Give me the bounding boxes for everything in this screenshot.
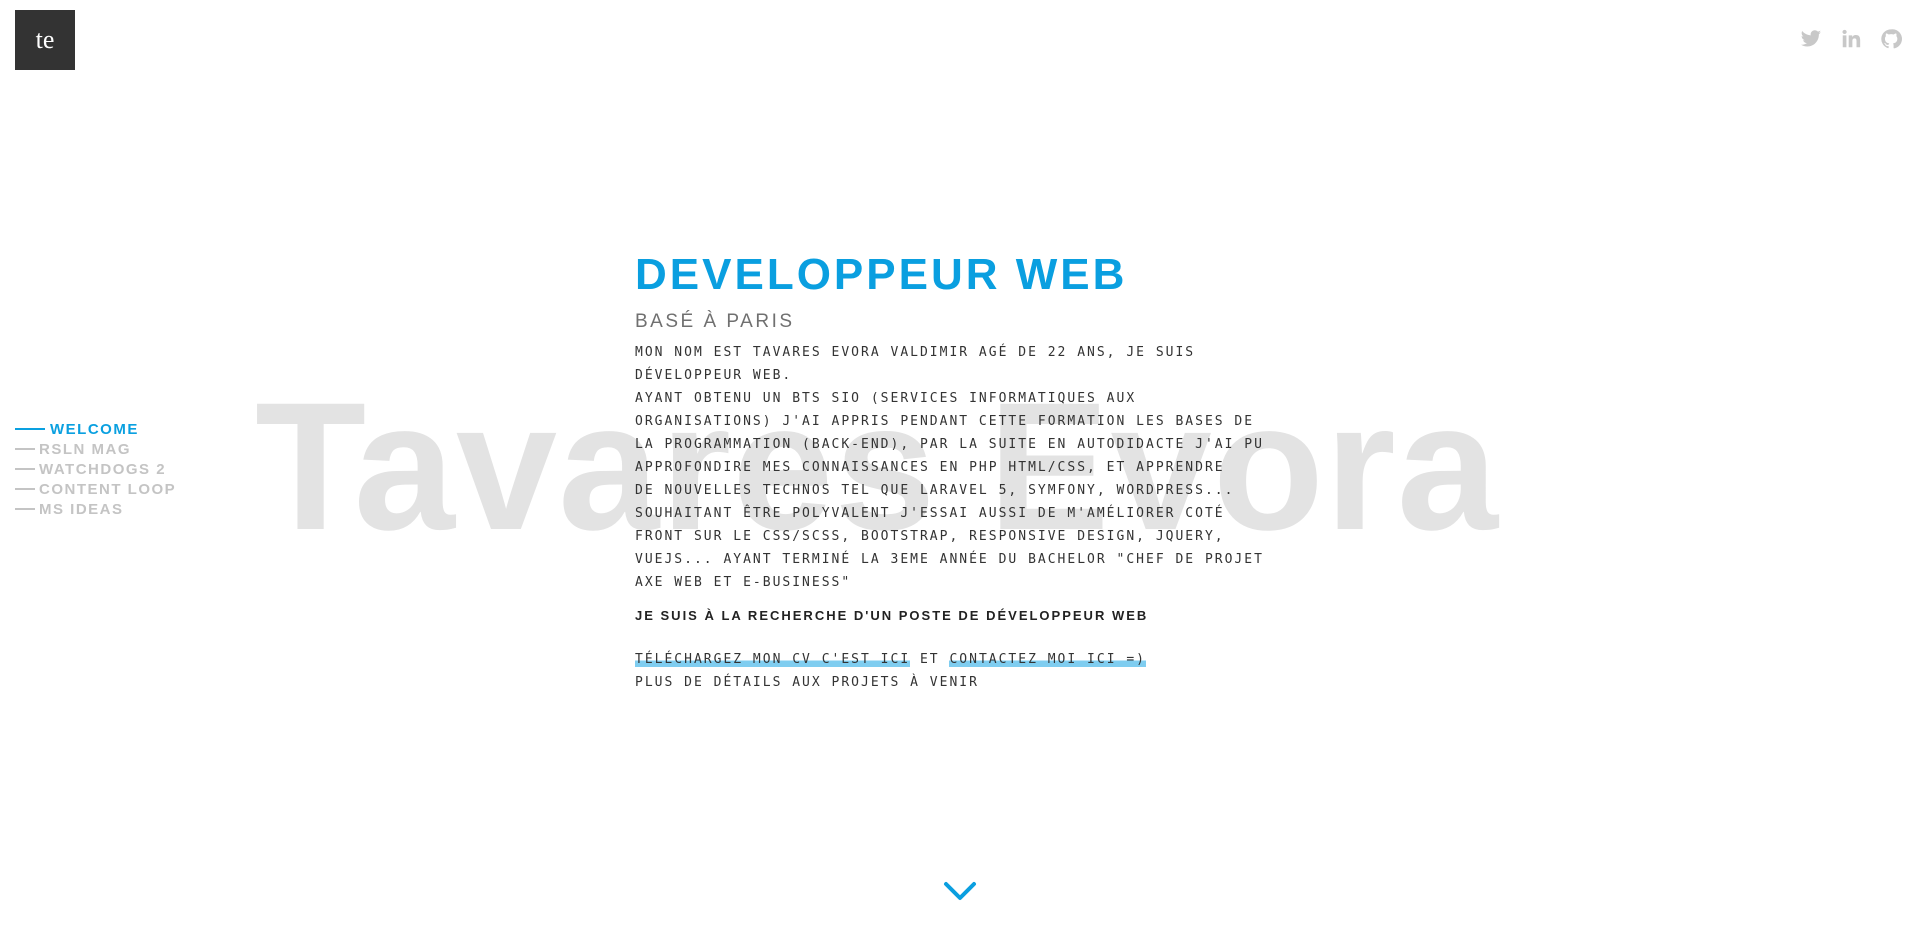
- side-navigation: WELCOME RSLN MAG WATCHDOGS 2 CONTENT LOO…: [15, 419, 176, 519]
- nav-dash: [15, 468, 35, 470]
- nav-item-label: CONTENT LOOP: [39, 480, 177, 498]
- nav-item-label: WATCHDOGS 2: [39, 460, 167, 478]
- contact-link[interactable]: CONTACTEZ MOI ICI =): [949, 652, 1147, 667]
- page-title: DEVELOPPEUR WEB: [635, 250, 1128, 299]
- bio-paragraph: MON NOM EST TAVARES EVORA VALDIMIR AGÉ D…: [635, 345, 1264, 590]
- chevron-down-icon[interactable]: [943, 880, 977, 902]
- linkedin-icon[interactable]: [1840, 28, 1862, 50]
- nav-dash: [15, 428, 45, 430]
- nav-item-watchdogs-2[interactable]: WATCHDOGS 2: [15, 459, 176, 479]
- nav-item-welcome[interactable]: WELCOME: [15, 419, 176, 439]
- nav-dash: [15, 488, 35, 490]
- hero-content: DEVELOPPEUR WEB BASÉ À PARIS MON NOM EST…: [635, 253, 1285, 694]
- nav-item-label: MS IDEAS: [39, 500, 124, 518]
- logo[interactable]: te: [15, 10, 75, 70]
- nav-dash: [15, 508, 35, 510]
- link-separator-text: ET: [919, 652, 940, 667]
- social-links: [1800, 28, 1902, 50]
- nav-item-rsln-mag[interactable]: RSLN MAG: [15, 439, 176, 459]
- cta-links: TÉLÉCHARGEZ MON CV C'EST ICI ET CONTACTE…: [635, 648, 1285, 671]
- github-icon[interactable]: [1880, 28, 1902, 50]
- twitter-icon[interactable]: [1800, 28, 1822, 50]
- nav-item-label: WELCOME: [50, 420, 139, 438]
- nav-dash: [15, 448, 35, 450]
- nav-item-ms-ideas[interactable]: MS IDEAS: [15, 499, 176, 519]
- more-details-text: PLUS DE DÉTAILS AUX PROJETS À VENIR: [635, 675, 979, 690]
- location-subtitle: BASÉ À PARIS: [635, 311, 795, 332]
- page: te Tavares Evora WELCOME RSLN MAG WATCHD…: [0, 0, 1920, 937]
- nav-item-content-loop[interactable]: CONTENT LOOP: [15, 479, 176, 499]
- nav-item-label: RSLN MAG: [39, 440, 131, 458]
- job-search-statement: JE SUIS À LA RECHERCHE D'UN POSTE DE DÉV…: [635, 608, 1149, 623]
- download-cv-link[interactable]: TÉLÉCHARGEZ MON CV C'EST ICI: [635, 652, 911, 667]
